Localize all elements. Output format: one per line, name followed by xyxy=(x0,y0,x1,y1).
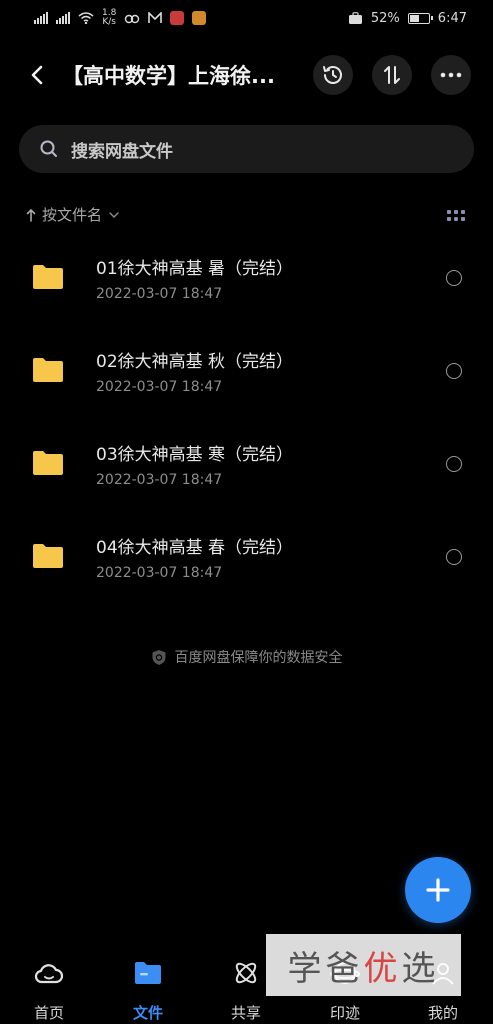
status-right: 52% 6:47 xyxy=(348,11,467,26)
data-safety-note: 百度网盘保障你的数据安全 xyxy=(0,647,493,667)
select-radio[interactable] xyxy=(446,549,462,565)
more-button[interactable] xyxy=(431,55,471,95)
search-placeholder: 搜索网盘文件 xyxy=(71,141,173,162)
signal-icon xyxy=(34,12,48,24)
header: 【高中数学】上海徐... xyxy=(0,52,493,98)
tab-files[interactable]: 文件 xyxy=(108,958,188,1024)
file-row[interactable]: 01徐大神高基 暑（完结） 2022-03-07 18:47 xyxy=(0,232,493,325)
search-icon xyxy=(40,140,57,157)
back-button[interactable] xyxy=(20,58,54,92)
sort-selector[interactable]: 按文件名 xyxy=(26,204,120,225)
tab-home[interactable]: 首页 xyxy=(9,958,89,1024)
sort-toggle-button[interactable] xyxy=(372,55,412,95)
file-row[interactable]: 03徐大神高基 寒（完结） 2022-03-07 18:47 xyxy=(0,418,493,511)
sort-label: 按文件名 xyxy=(42,206,103,224)
folder-icon xyxy=(33,451,63,475)
file-date: 2022-03-07 18:47 xyxy=(96,379,223,395)
net-speed: 1.8 K/s xyxy=(102,8,117,27)
tab-label: 文件 xyxy=(132,1004,163,1022)
select-radio[interactable] xyxy=(446,456,462,472)
briefcase-icon xyxy=(348,11,362,24)
chevron-down-icon xyxy=(109,211,119,218)
add-button[interactable] xyxy=(405,857,471,923)
sort-arrows-icon xyxy=(384,66,400,84)
file-name: 03徐大神高基 寒（完结） xyxy=(96,445,294,465)
file-name: 01徐大神高基 暑（完结） xyxy=(96,259,294,279)
shield-icon xyxy=(152,649,165,665)
battery-icon xyxy=(407,12,433,24)
data-safety-text: 百度网盘保障你的数据安全 xyxy=(174,650,343,666)
file-row[interactable]: 02徐大神高基 秋（完结） 2022-03-07 18:47 xyxy=(0,325,493,418)
file-date: 2022-03-07 18:47 xyxy=(96,565,223,581)
tab-label: 共享 xyxy=(230,1004,261,1022)
signal-icon-2 xyxy=(56,12,70,24)
file-row[interactable]: 04徐大神高基 春（完结） 2022-03-07 18:47 xyxy=(0,511,493,604)
history-button[interactable] xyxy=(313,55,353,95)
folder-icon xyxy=(133,958,163,988)
watermark-text: 学爸优选 xyxy=(287,948,440,989)
file-date: 2022-03-07 18:47 xyxy=(96,286,223,302)
status-bar: 1.8 K/s 52% 6:47 xyxy=(0,0,493,36)
tab-label: 印迹 xyxy=(329,1004,360,1022)
folder-icon xyxy=(33,544,63,568)
battery-percent: 52% xyxy=(370,10,400,26)
page-title: 【高中数学】上海徐... xyxy=(62,64,275,88)
file-date: 2022-03-07 18:47 xyxy=(96,472,223,488)
tab-label: 首页 xyxy=(33,1004,64,1022)
battery-fill xyxy=(409,14,419,22)
mail-icon xyxy=(148,12,163,23)
file-name: 04徐大神高基 春（完结） xyxy=(96,538,294,558)
file-list: 01徐大神高基 暑（完结） 2022-03-07 18:47 02徐大神高基 秋… xyxy=(0,232,493,604)
chevron-left-icon xyxy=(31,65,43,85)
history-icon xyxy=(323,66,342,84)
folder-icon xyxy=(33,358,63,382)
app-notification-icon xyxy=(170,11,185,25)
status-left: 1.8 K/s xyxy=(34,8,207,27)
more-dots-icon xyxy=(440,72,462,78)
wifi-icon xyxy=(78,12,94,24)
select-radio[interactable] xyxy=(446,363,462,379)
app-notification-icon-2 xyxy=(192,11,207,25)
folder-icon xyxy=(33,265,63,289)
grid-view-icon[interactable] xyxy=(447,210,465,222)
search-input[interactable]: 搜索网盘文件 xyxy=(19,125,474,173)
watermark: 学爸优选 xyxy=(266,934,461,996)
baidu-netdisk-icon xyxy=(125,14,140,24)
select-radio[interactable] xyxy=(446,270,462,286)
cloud-icon xyxy=(34,958,64,988)
clock: 6:47 xyxy=(437,10,467,26)
file-name: 02徐大神高基 秋（完结） xyxy=(96,352,294,372)
plus-icon xyxy=(426,878,450,902)
share-atom-icon xyxy=(231,958,261,988)
arrow-up-icon xyxy=(26,208,36,222)
tab-label: 我的 xyxy=(427,1004,458,1022)
